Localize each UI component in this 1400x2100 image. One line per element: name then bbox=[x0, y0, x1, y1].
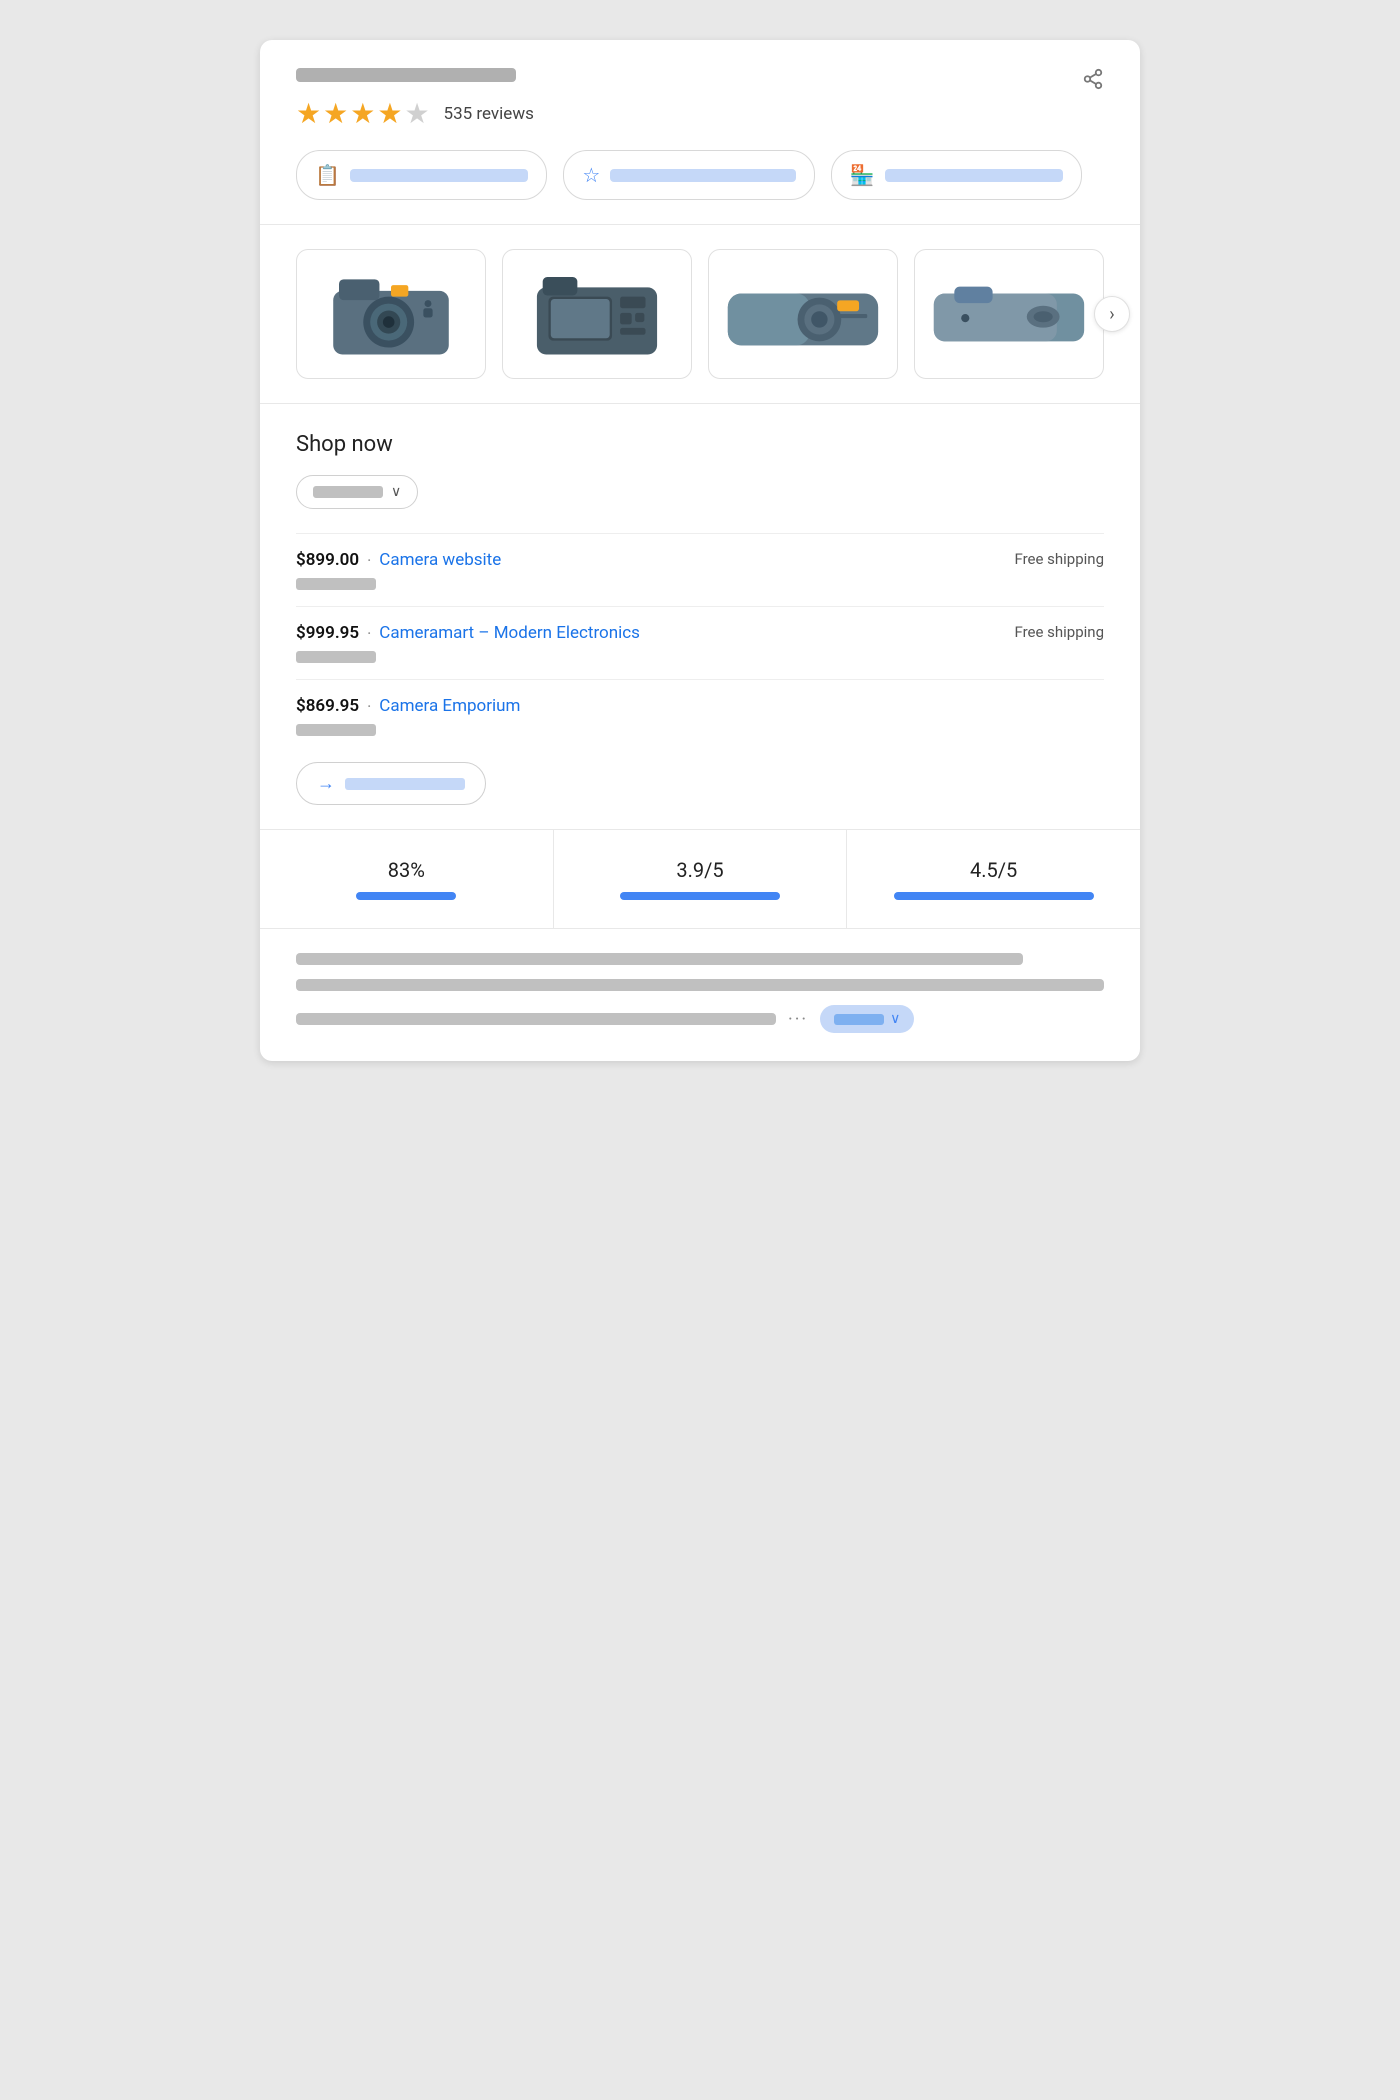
filter-dropdown[interactable]: ∨ bbox=[296, 475, 418, 509]
rating-row: ★ ★ ★ ★ ★ 535 reviews bbox=[296, 100, 1082, 128]
camera-image-1[interactable] bbox=[296, 249, 486, 379]
rating-section: ★ ★ ★ ★ ★ 535 reviews 📋 ☆ bbox=[260, 40, 1140, 225]
more-listings-button[interactable]: → bbox=[296, 762, 486, 805]
footer-section: ··· ∨ bbox=[260, 929, 1140, 1061]
save-label bbox=[610, 169, 795, 182]
specs-icon: 📋 bbox=[315, 163, 340, 187]
filter-chevron-icon: ∨ bbox=[391, 484, 401, 500]
star-3: ★ bbox=[350, 100, 375, 128]
listing-3-price: $869.95 bbox=[296, 696, 359, 716]
more-label bbox=[345, 778, 465, 790]
listing-2-tag bbox=[296, 651, 376, 663]
stat-1-value: 83% bbox=[388, 858, 425, 882]
product-card: ★ ★ ★ ★ ★ 535 reviews 📋 ☆ bbox=[260, 40, 1140, 1061]
camera-images-section: › bbox=[260, 225, 1140, 404]
stars: ★ ★ ★ ★ ★ bbox=[296, 100, 430, 128]
listing-3: $869.95 · Camera Emporium bbox=[296, 679, 1104, 752]
stat-3-value: 4.5/5 bbox=[970, 858, 1017, 882]
footer-expand-button[interactable]: ∨ bbox=[820, 1005, 914, 1033]
listing-1: $899.00 · Camera website Free shipping bbox=[296, 533, 1104, 606]
share-button[interactable] bbox=[1082, 68, 1104, 96]
next-image-button[interactable]: › bbox=[1094, 296, 1130, 332]
save-icon: ☆ bbox=[582, 163, 600, 187]
stat-2-bar bbox=[620, 892, 780, 900]
listing-3-tag bbox=[296, 724, 376, 736]
star-5: ★ bbox=[404, 100, 429, 128]
footer-line-1 bbox=[296, 953, 1023, 965]
stat-2-value: 3.9/5 bbox=[676, 858, 723, 882]
listing-1-tag bbox=[296, 578, 376, 590]
footer-dots: ··· bbox=[788, 1009, 808, 1030]
specs-label bbox=[350, 169, 528, 182]
stat-3: 4.5/5 bbox=[847, 830, 1140, 928]
listing-1-shipping: Free shipping bbox=[1014, 550, 1104, 568]
listing-3-seller[interactable]: Camera Emporium bbox=[379, 696, 520, 716]
save-button[interactable]: ☆ bbox=[563, 150, 814, 200]
star-2: ★ bbox=[323, 100, 348, 128]
action-buttons: 📋 ☆ 🏪 bbox=[296, 150, 1082, 200]
star-1: ★ bbox=[296, 100, 321, 128]
stat-3-bar bbox=[894, 892, 1094, 900]
more-arrow-icon: → bbox=[317, 773, 335, 794]
footer-last-row: ··· ∨ bbox=[296, 1005, 1104, 1033]
specs-button[interactable]: 📋 bbox=[296, 150, 547, 200]
review-count: 535 reviews bbox=[444, 104, 534, 124]
stats-section: 83% 3.9/5 4.5/5 bbox=[260, 830, 1140, 929]
stat-2: 3.9/5 bbox=[554, 830, 848, 928]
shop-title: Shop now bbox=[296, 432, 1104, 457]
shop-section: Shop now ∨ $899.00 · Camera website Free… bbox=[260, 404, 1140, 830]
footer-expand-chevron-icon: ∨ bbox=[890, 1011, 900, 1027]
footer-expand-label bbox=[834, 1014, 884, 1025]
footer-line-2 bbox=[296, 979, 1104, 991]
footer-line-3 bbox=[296, 1013, 776, 1025]
store-button[interactable]: 🏪 bbox=[831, 150, 1082, 200]
camera-image-2[interactable] bbox=[502, 249, 692, 379]
listing-2-shipping: Free shipping bbox=[1014, 623, 1104, 641]
camera-image-3[interactable] bbox=[708, 249, 898, 379]
camera-image-4[interactable] bbox=[914, 249, 1104, 379]
listing-2-seller[interactable]: Cameramart – Modern Electronics bbox=[379, 623, 640, 643]
filter-label bbox=[313, 486, 383, 498]
listing-2-price: $999.95 bbox=[296, 623, 359, 643]
title-placeholder bbox=[296, 68, 516, 82]
listing-1-seller[interactable]: Camera website bbox=[379, 550, 501, 570]
store-label bbox=[885, 169, 1063, 182]
store-icon: 🏪 bbox=[850, 163, 875, 187]
stat-1: 83% bbox=[260, 830, 554, 928]
stat-1-bar bbox=[356, 892, 456, 900]
listing-2: $999.95 · Cameramart – Modern Electronic… bbox=[296, 606, 1104, 679]
star-4: ★ bbox=[377, 100, 402, 128]
listing-1-price: $899.00 bbox=[296, 550, 359, 570]
